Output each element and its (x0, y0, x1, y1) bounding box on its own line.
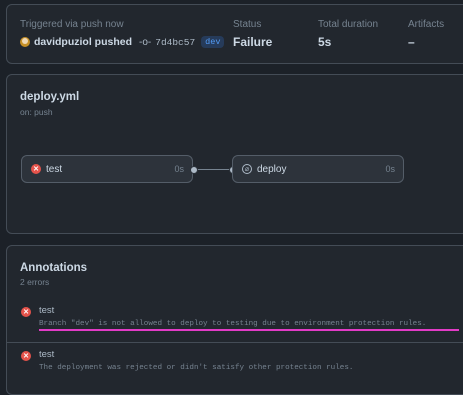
duration-label: Total duration (318, 19, 379, 30)
workflow-file-title[interactable]: deploy.yml (20, 91, 79, 103)
annotation-message: Branch "dev" is not allowed to deploy to… (39, 320, 427, 328)
actor-link[interactable]: davidpuziol pushed (34, 36, 132, 48)
job-duration: 0s (385, 164, 395, 174)
skipped-icon: ⌀ (242, 164, 252, 174)
job-connector (193, 169, 233, 170)
annotations-count: 2 errors (20, 277, 50, 287)
run-summary-panel: Triggered via push now davidpuziol pushe… (6, 4, 463, 64)
workflow-event: on: push (20, 107, 53, 117)
commit-sha-link[interactable]: 7d4bc57 (155, 37, 195, 48)
annotations-panel: Annotations 2 errors ✕ test Branch "dev"… (6, 245, 463, 395)
avatar[interactable] (20, 37, 30, 47)
x-circle-icon: ✕ (21, 307, 31, 317)
artifacts-label: Artifacts (408, 19, 445, 30)
annotations-title: Annotations (20, 262, 88, 274)
x-circle-icon: ✕ (31, 164, 41, 174)
annotation-divider (7, 342, 463, 343)
job-duration: 0s (174, 164, 184, 174)
git-commit-icon: -o- (139, 36, 152, 48)
trigger-info: davidpuziol pushed -o- 7d4bc57 dev (20, 36, 225, 48)
x-circle-icon: ✕ (21, 351, 31, 361)
annotation-job[interactable]: test (39, 349, 54, 360)
status-label: Status (233, 19, 262, 30)
workflow-graph-panel: deploy.yml on: push ✕ test 0s ⌀ deploy 0… (6, 74, 463, 234)
branch-badge[interactable]: dev (201, 36, 225, 48)
artifacts-value: – (408, 35, 415, 49)
connector-start-dot (190, 166, 198, 174)
job-name: deploy (257, 163, 287, 175)
status-value: Failure (233, 35, 273, 49)
trigger-label: Triggered via push now (20, 19, 124, 30)
annotation-message: The deployment was rejected or didn't sa… (39, 364, 354, 372)
duration-value: 5s (318, 35, 332, 49)
highlight-underline (39, 329, 459, 331)
job-node-deploy[interactable]: ⌀ deploy 0s (232, 155, 404, 183)
job-node-test[interactable]: ✕ test 0s (21, 155, 193, 183)
job-name: test (46, 163, 63, 175)
annotation-job[interactable]: test (39, 305, 54, 316)
